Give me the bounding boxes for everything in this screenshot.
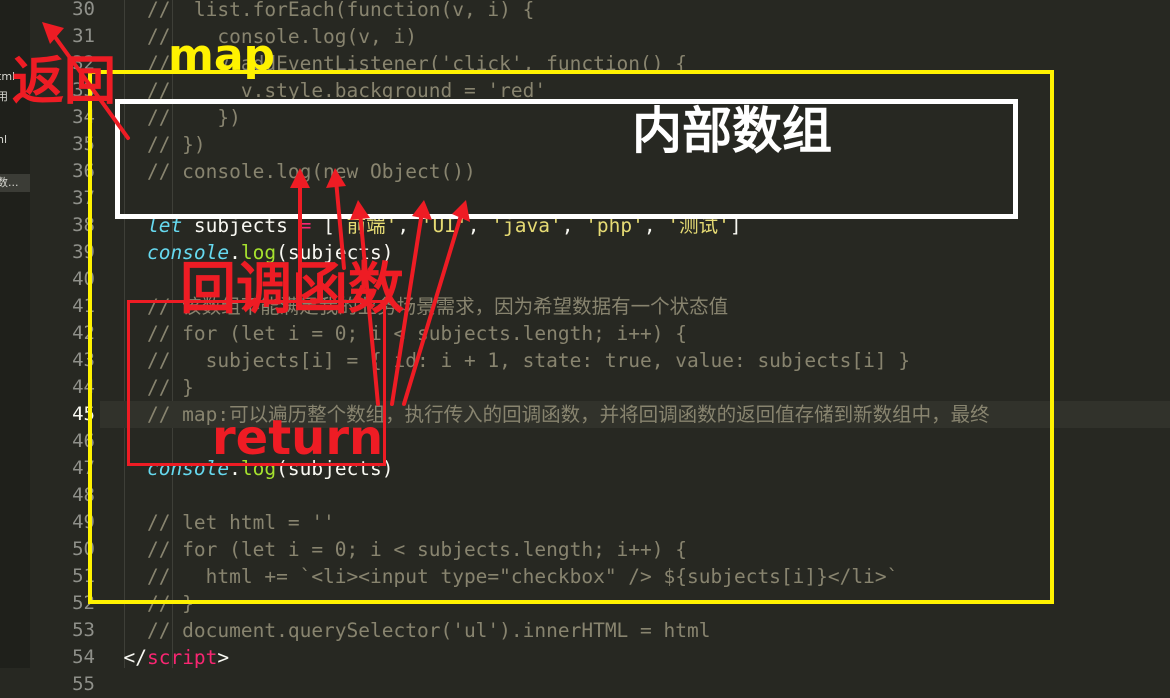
line-number: 45 bbox=[72, 403, 95, 425]
code-token: script bbox=[146, 646, 218, 668]
line-number: 43 bbox=[72, 349, 95, 371]
line-number: 30 bbox=[72, 0, 95, 20]
code-token: // list.forEach(function(v, i) { bbox=[100, 0, 535, 21]
line-number: 50 bbox=[72, 538, 95, 560]
line-number: 36 bbox=[72, 160, 95, 182]
line-number: 55 bbox=[72, 673, 95, 695]
line-number: 46 bbox=[72, 430, 95, 452]
callback-label: 回调函数 bbox=[180, 257, 404, 322]
line-number: 51 bbox=[72, 565, 95, 587]
line-number: 47 bbox=[72, 457, 95, 479]
return-back-label: 返回 bbox=[12, 52, 117, 112]
sidebar-item[interactable]: nl bbox=[0, 131, 30, 149]
line-number: 38 bbox=[72, 214, 95, 236]
line-number: 41 bbox=[72, 295, 95, 317]
code-token: > bbox=[217, 646, 230, 668]
code-token: // document.querySelector('ul').innerHTM… bbox=[100, 619, 711, 642]
inner-array-box bbox=[115, 99, 1018, 219]
code-line[interactable]: </script> bbox=[100, 644, 1170, 668]
line-number: 40 bbox=[72, 268, 95, 290]
code-line[interactable]: // list.forEach(function(v, i) { bbox=[100, 0, 1170, 23]
line-number: 49 bbox=[72, 511, 95, 533]
line-number: 31 bbox=[72, 25, 95, 47]
code-line[interactable]: // document.querySelector('ul').innerHTM… bbox=[100, 617, 1170, 644]
inner-array-label: 内部数组 bbox=[632, 102, 832, 160]
return-label: return bbox=[212, 410, 384, 466]
sidebar-item[interactable]: 数... bbox=[0, 174, 30, 192]
line-number: 48 bbox=[72, 484, 95, 506]
line-number: 44 bbox=[72, 376, 95, 398]
line-number: 39 bbox=[72, 241, 95, 263]
map-label: map bbox=[168, 30, 276, 81]
line-number: 37 bbox=[72, 187, 95, 209]
line-number: 35 bbox=[72, 133, 95, 155]
code-token: </ bbox=[100, 646, 147, 668]
line-number: 52 bbox=[72, 592, 95, 614]
line-number: 42 bbox=[72, 322, 95, 344]
line-number: 53 bbox=[72, 619, 95, 641]
line-number: 54 bbox=[72, 646, 95, 668]
